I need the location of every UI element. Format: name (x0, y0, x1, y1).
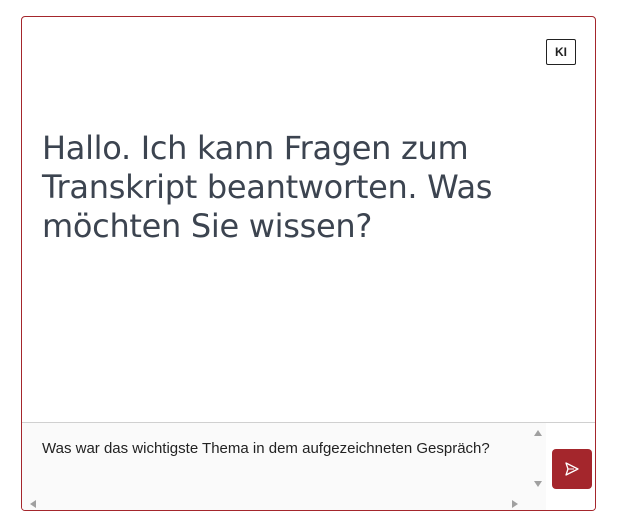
send-icon (565, 462, 579, 476)
assistant-message: Hallo. Ich kann Fragen zum Transkript be… (42, 129, 493, 245)
scroll-left-arrow-icon[interactable] (30, 500, 36, 508)
composer: Was war das wichtigste Thema in dem aufg… (22, 422, 595, 510)
vertical-scrollbar[interactable] (530, 427, 546, 489)
question-input-text[interactable]: Was war das wichtigste Thema in dem aufg… (42, 438, 512, 460)
scroll-up-arrow-icon[interactable] (534, 430, 542, 436)
scroll-right-arrow-icon[interactable] (512, 500, 518, 508)
send-button[interactable] (552, 449, 592, 489)
scroll-down-arrow-icon[interactable] (534, 481, 542, 487)
horizontal-scrollbar[interactable] (22, 495, 530, 510)
question-input[interactable]: Was war das wichtigste Thema in dem aufg… (22, 423, 546, 510)
ki-badge: KI (546, 39, 576, 65)
chat-panel: KI Hallo. Ich kann Fragen zum Transkript… (21, 16, 596, 511)
